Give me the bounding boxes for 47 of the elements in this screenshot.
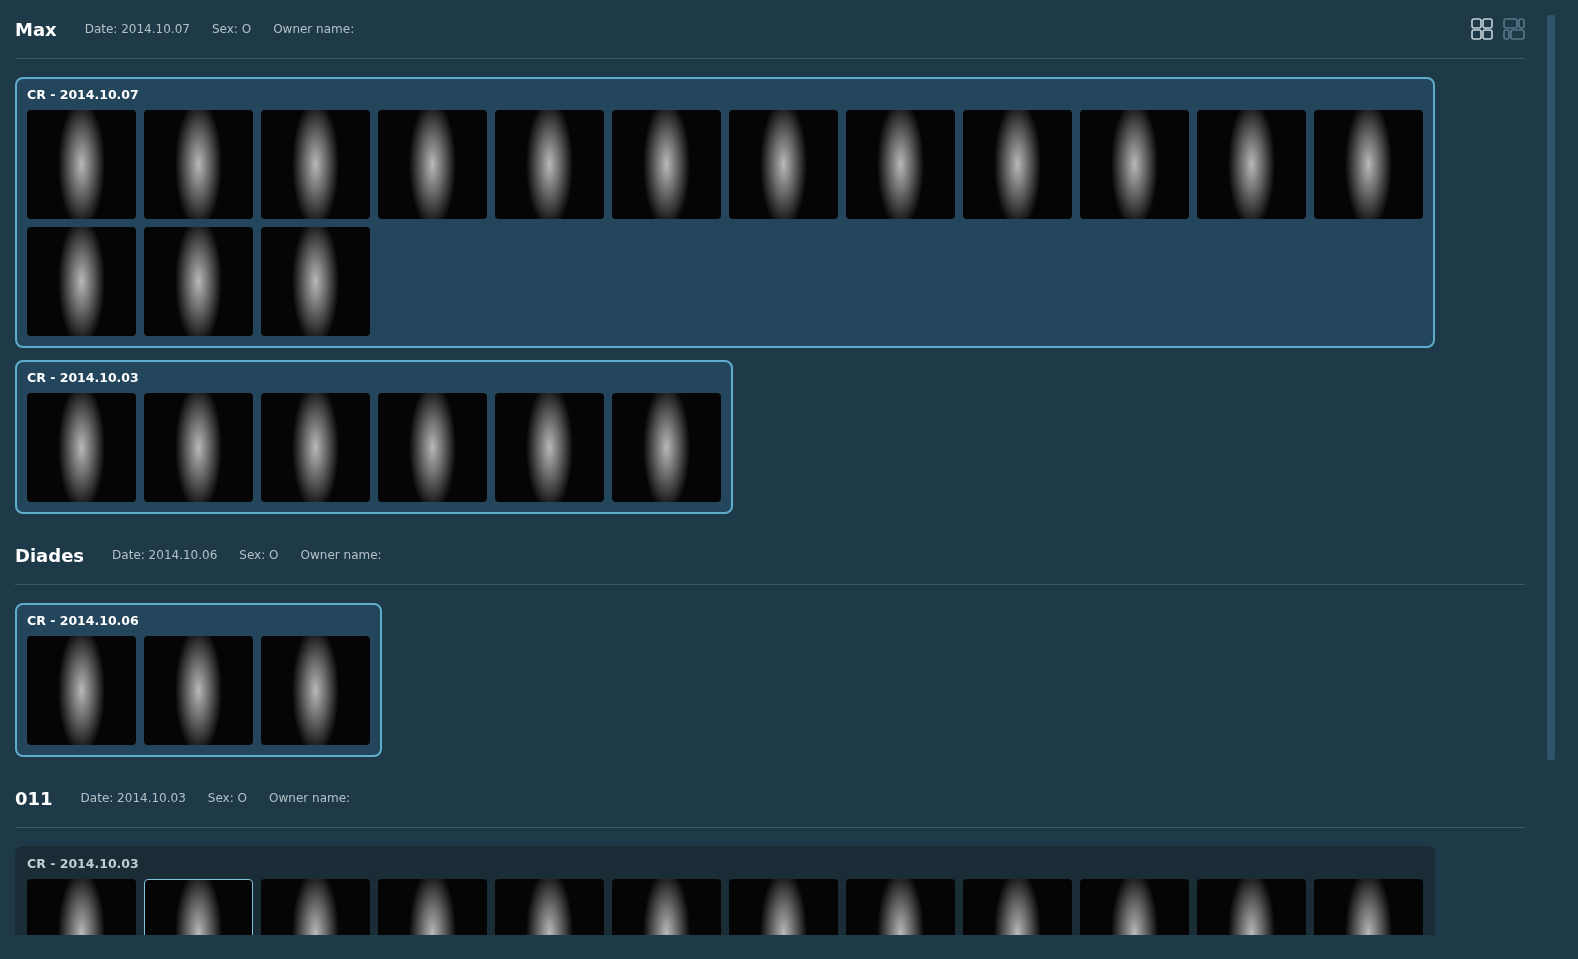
study-title: CR - 2014.10.03 — [27, 856, 140, 871]
xray-thumbnail[interactable] — [378, 393, 487, 502]
xray-thumbnail[interactable] — [144, 393, 253, 502]
study-title: CR - 2014.10.07 — [27, 87, 140, 102]
xray-thumbnail[interactable] — [27, 393, 136, 502]
xray-thumbnail[interactable] — [495, 393, 604, 502]
xray-thumbnail[interactable] — [729, 110, 838, 219]
xray-thumbnail[interactable] — [378, 110, 487, 219]
study-title: CR - 2014.10.03 — [27, 370, 140, 385]
xray-thumbnail[interactable] — [27, 110, 136, 219]
exam-date: Date: 2014.10.06 — [112, 548, 218, 562]
xray-thumbnail[interactable] — [1314, 110, 1423, 219]
xray-thumbnail[interactable] — [495, 110, 604, 219]
owner-name-label: Owner name: — [273, 22, 355, 36]
mosaic-view-icon[interactable] — [1503, 18, 1525, 40]
xray-thumbnail[interactable] — [144, 110, 253, 219]
study-card[interactable]: CR - 2014.10.07 — [15, 77, 1435, 348]
xray-thumbnail[interactable] — [144, 636, 253, 745]
xray-thumbnail[interactable] — [144, 227, 253, 336]
sex-label: Sex: O — [207, 791, 248, 805]
patient-name: Diades — [15, 544, 85, 566]
sex-label: Sex: O — [211, 22, 252, 36]
owner-name-label: Owner name: — [300, 548, 382, 562]
study-title: CR - 2014.10.06 — [27, 613, 140, 628]
scrollbar-thumb[interactable] — [1547, 15, 1555, 760]
sex-label: Sex: O — [239, 548, 279, 562]
xray-thumbnail[interactable] — [27, 636, 136, 745]
xray-thumbnail[interactable] — [612, 393, 721, 502]
xray-thumbnail[interactable] — [963, 110, 1072, 219]
study-card[interactable]: CR - 2014.10.03 — [15, 360, 733, 514]
xray-thumbnail[interactable] — [846, 110, 955, 219]
xray-thumbnail[interactable] — [1197, 110, 1306, 219]
patient-name: Max — [15, 18, 57, 40]
study-card[interactable]: CR - 2014.10.03 — [15, 846, 1435, 935]
xray-thumbnail[interactable] — [261, 393, 370, 502]
patient-name: 011 — [15, 787, 53, 809]
grid-view-icon[interactable] — [1471, 18, 1493, 40]
xray-thumbnail[interactable] — [1080, 110, 1189, 219]
owner-name-label: Owner name: — [269, 791, 351, 805]
study-card[interactable]: CR - 2014.10.06 — [15, 603, 382, 757]
xray-thumbnail[interactable] — [261, 227, 370, 336]
xray-thumbnail[interactable] — [612, 110, 721, 219]
xray-thumbnail[interactable] — [261, 636, 370, 745]
xray-thumbnail[interactable] — [27, 227, 136, 336]
exam-date: Date: 2014.10.03 — [80, 791, 186, 805]
xray-thumbnail[interactable] — [261, 110, 370, 219]
exam-date: Date: 2014.10.07 — [84, 22, 190, 36]
